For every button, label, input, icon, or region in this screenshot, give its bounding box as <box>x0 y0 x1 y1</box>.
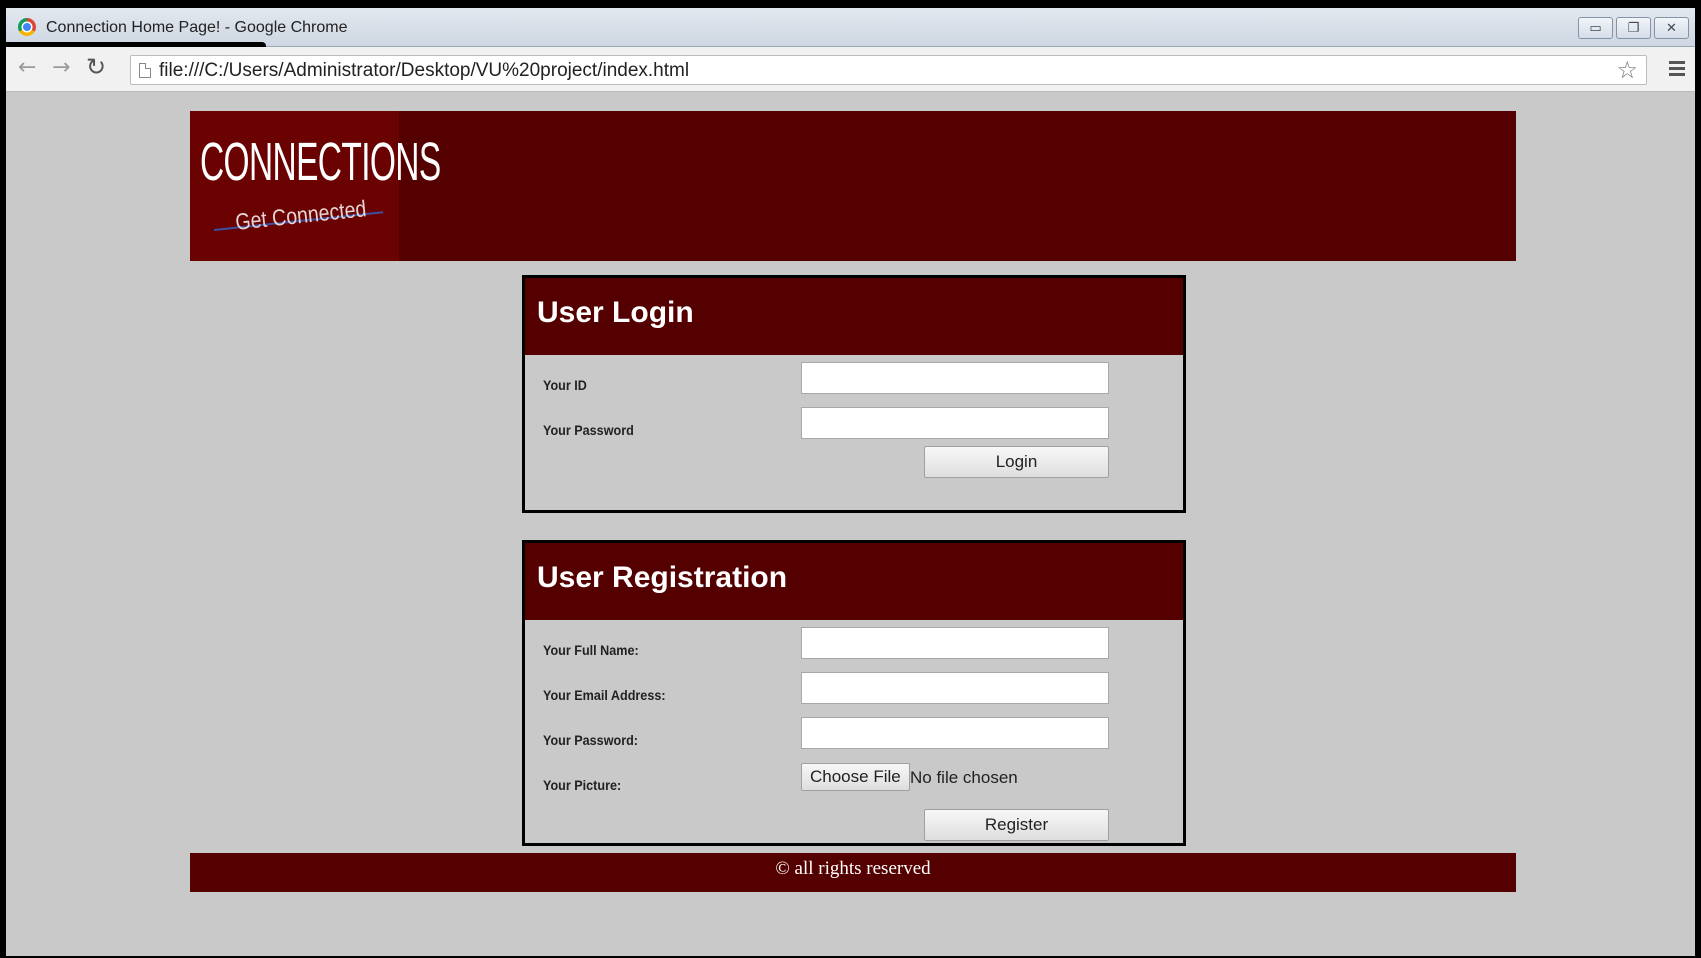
logo-title: CONNECTIONS <box>200 132 441 192</box>
title-bar: Connection Home Page! - Google Chrome ▭ … <box>6 8 1695 47</box>
login-panel: User Login Your ID Your Password Login <box>522 275 1186 513</box>
email-label: Your Email Address: <box>543 687 666 703</box>
id-row: Your ID <box>525 355 1183 400</box>
page-icon <box>139 63 151 78</box>
page-content: CONNECTIONS Get Connected User Login You… <box>6 93 1695 956</box>
full-name-input[interactable] <box>801 627 1109 659</box>
url-text: file:///C:/Users/Administrator/Desktop/V… <box>159 60 690 81</box>
full-name-label: Your Full Name: <box>543 642 639 658</box>
login-title: User Login <box>525 278 1183 355</box>
registration-title: User Registration <box>525 543 1183 620</box>
menu-icon[interactable] <box>1669 61 1685 79</box>
logo-tagline: Get Connected <box>234 195 368 235</box>
id-input[interactable] <box>801 362 1109 394</box>
email-input[interactable] <box>801 672 1109 704</box>
email-row: Your Email Address: <box>525 665 1183 710</box>
window-title: Connection Home Page! - Google Chrome <box>46 19 348 36</box>
site-header: CONNECTIONS Get Connected <box>190 111 1516 261</box>
login-button[interactable]: Login <box>924 446 1109 478</box>
chrome-icon <box>18 18 36 36</box>
name-row: Your Full Name: <box>525 620 1183 665</box>
site-logo: CONNECTIONS Get Connected <box>190 111 441 261</box>
choose-file-button[interactable]: Choose File <box>801 763 910 791</box>
address-bar[interactable]: file:///C:/Users/Administrator/Desktop/V… <box>130 55 1647 85</box>
back-icon[interactable]: ← <box>18 55 36 80</box>
file-status: No file chosen <box>910 768 1018 787</box>
picture-label: Your Picture: <box>543 777 622 793</box>
browser-window: Connection Home Page! - Google Chrome ▭ … <box>6 8 1695 956</box>
browser-toolbar: ← → ↻ file:///C:/Users/Administrator/Des… <box>6 47 1695 92</box>
id-label: Your ID <box>543 377 587 393</box>
forward-icon[interactable]: → <box>52 55 70 80</box>
site-footer: © all rights reserved <box>190 853 1516 892</box>
register-button[interactable]: Register <box>924 809 1109 841</box>
reg-password-row: Your Password: <box>525 710 1183 755</box>
password-label: Your Password <box>543 422 634 438</box>
picture-row: Your Picture: Choose File No file chosen <box>525 755 1183 800</box>
reg-password-label: Your Password: <box>543 732 638 748</box>
reg-password-input[interactable] <box>801 717 1109 749</box>
minimize-icon[interactable]: ▭ <box>1578 17 1613 39</box>
registration-panel: User Registration Your Full Name: Your E… <box>522 540 1186 846</box>
window-controls: ▭ ❐ ✕ <box>1578 17 1689 39</box>
bookmark-star-icon[interactable]: ☆ <box>1616 56 1638 84</box>
password-input[interactable] <box>801 407 1109 439</box>
password-row: Your Password <box>525 400 1183 445</box>
restore-icon[interactable]: ❐ <box>1616 17 1651 39</box>
reload-icon[interactable]: ↻ <box>86 53 106 81</box>
close-icon[interactable]: ✕ <box>1654 17 1689 39</box>
